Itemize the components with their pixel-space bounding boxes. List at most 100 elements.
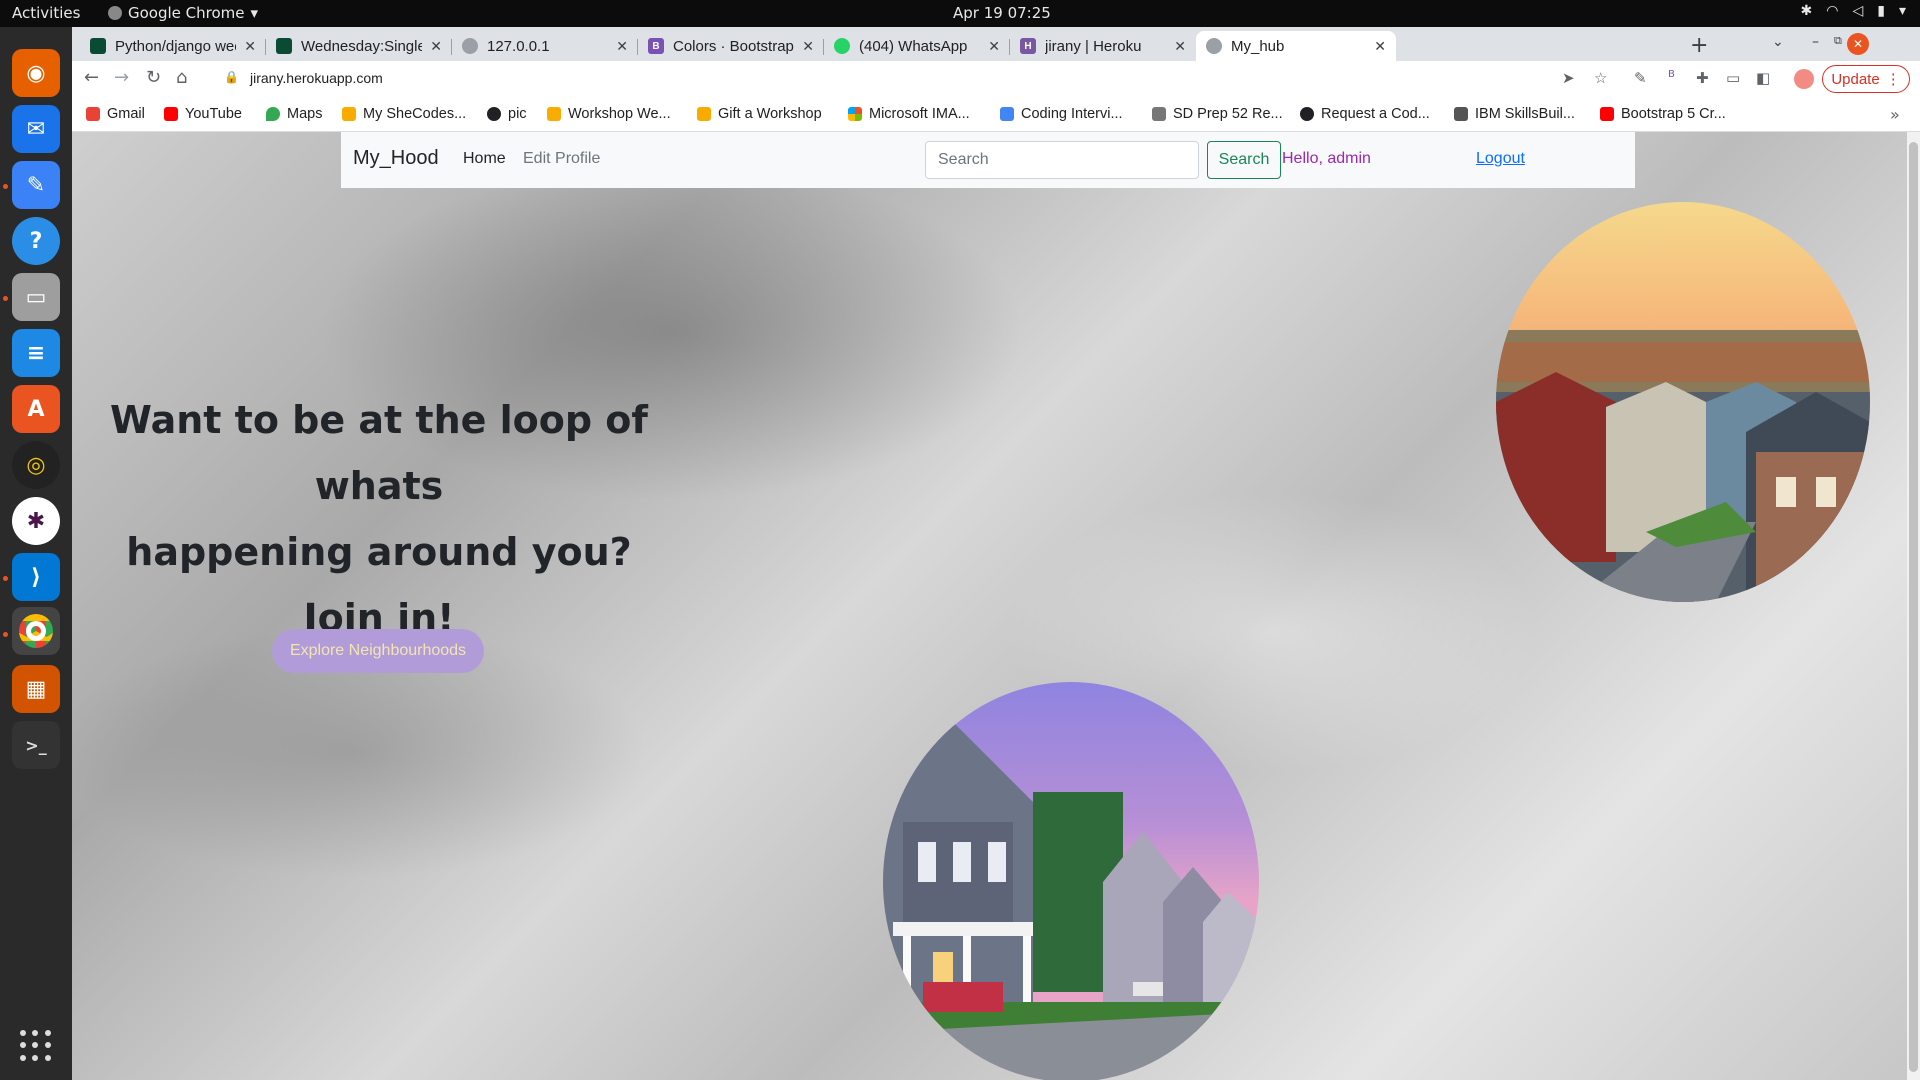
window-close-icon[interactable]: ✕: [1847, 33, 1869, 55]
bookmark-coding-interview[interactable]: Coding Intervi...: [1000, 106, 1123, 122]
search-input[interactable]: [925, 141, 1199, 179]
bookmark-maps[interactable]: Maps: [266, 106, 322, 122]
bookmark-ibm-skillsbuild[interactable]: IBM SkillsBuil...: [1454, 106, 1575, 122]
tab-bootstrap-colors[interactable]: B Colors · Bootstrap ✕: [638, 31, 824, 61]
nav-home-link[interactable]: Home: [463, 150, 506, 168]
app-menu[interactable]: Google Chrome ▾: [108, 4, 258, 22]
youtube-icon: [1600, 107, 1614, 121]
extensions-puzzle-icon[interactable]: ✚: [1696, 69, 1709, 87]
terminal-icon[interactable]: >_: [12, 721, 60, 769]
bookmark-bootstrap5[interactable]: Bootstrap 5 Cr...: [1600, 106, 1726, 122]
more-vert-icon: ⋮: [1885, 71, 1901, 88]
forward-icon[interactable]: →: [114, 67, 129, 88]
bookmark-star-icon[interactable]: ☆: [1594, 69, 1607, 87]
vscode-icon[interactable]: ⟩: [12, 553, 60, 601]
tab-localhost[interactable]: 127.0.0.1 ✕: [452, 31, 638, 61]
lock-icon[interactable]: 🔒: [224, 70, 239, 84]
bookmark-workshop-we[interactable]: Workshop We...: [547, 106, 671, 122]
writer-icon[interactable]: ≡: [12, 329, 60, 377]
close-icon[interactable]: ✕: [430, 38, 442, 55]
django-favicon-icon: [276, 38, 292, 54]
browser-toolbar: ← → ↻ ⌂ 🔒 jirany.herokuapp.com ➤ ☆ ✎ B ✚…: [72, 61, 1920, 97]
activities-button[interactable]: Activities: [12, 4, 80, 22]
bookmark-gift-workshop[interactable]: Gift a Workshop: [697, 106, 822, 122]
site-brand[interactable]: My_Hood: [353, 147, 439, 170]
bootstrap-extension-icon[interactable]: B: [1668, 69, 1675, 80]
bookmark-microsoft-ima[interactable]: Microsoft IMA...: [848, 106, 970, 122]
neighbourhood-photo-townhouses: [1496, 202, 1870, 602]
rhythmbox-icon[interactable]: ◎: [12, 441, 60, 489]
tab-strip: Python/django week 4 I ✕ Wednesday:Singl…: [72, 27, 1920, 61]
tab-title: jirany | Heroku: [1045, 37, 1142, 55]
tab-title: (404) WhatsApp: [859, 37, 968, 55]
tab-whatsapp[interactable]: (404) WhatsApp ✕: [824, 31, 1010, 61]
close-icon[interactable]: ✕: [1174, 38, 1186, 55]
tab-heroku[interactable]: H jirany | Heroku ✕: [1010, 31, 1196, 61]
bookmarks-overflow-icon[interactable]: »: [1890, 105, 1900, 124]
chrome-dock-icon[interactable]: [12, 607, 60, 655]
close-icon[interactable]: ✕: [802, 38, 814, 55]
home-icon[interactable]: ⌂: [176, 67, 187, 88]
side-panel-icon[interactable]: ◧: [1756, 69, 1770, 87]
bookmark-request-code[interactable]: Request a Cod...: [1300, 106, 1430, 122]
tab-search-icon[interactable]: ⌄: [1772, 34, 1784, 50]
hero-heading: Want to be at the loop of whats happenin…: [84, 387, 674, 651]
clock[interactable]: Apr 19 07:25: [953, 4, 1051, 22]
back-icon[interactable]: ←: [84, 67, 99, 88]
bookmark-sd-prep[interactable]: SD Prep 52 Re...: [1152, 106, 1283, 122]
slack-icon[interactable]: ✱: [12, 497, 60, 545]
firefox-icon[interactable]: ◉: [12, 49, 60, 97]
nav-edit-profile-link[interactable]: Edit Profile: [523, 150, 600, 168]
software-center-icon[interactable]: A: [12, 385, 60, 433]
reload-icon[interactable]: ↻: [146, 67, 161, 88]
close-icon[interactable]: ✕: [244, 38, 256, 55]
close-icon[interactable]: ✕: [988, 38, 1000, 55]
tab-django-week4[interactable]: Python/django week 4 I ✕: [80, 31, 266, 61]
bookmark-shecodes[interactable]: My SheCodes...: [342, 106, 466, 122]
globe-icon: [462, 38, 478, 54]
minimize-icon[interactable]: –: [1812, 34, 1819, 50]
tab-single-article[interactable]: Wednesday:Single Artic ✕: [266, 31, 452, 61]
help-icon[interactable]: ?: [12, 217, 60, 265]
bookmark-pic[interactable]: pic: [487, 106, 527, 122]
page-viewport: My_Hood Home Edit Profile Search Hello, …: [72, 132, 1907, 1080]
bootstrap-icon: B: [648, 38, 664, 54]
system-top-bar: Activities Google Chrome ▾ Apr 19 07:25 …: [0, 0, 1920, 27]
globe-icon: [1206, 38, 1222, 54]
show-apps-icon[interactable]: [20, 1030, 52, 1062]
system-tray[interactable]: ✱ ◠ ◁ ▮ ▾: [1801, 3, 1906, 19]
cast-icon[interactable]: ▭: [1726, 69, 1740, 87]
files-icon[interactable]: ▭: [12, 273, 60, 321]
send-icon[interactable]: ➤: [1562, 69, 1575, 87]
browser-chrome: Python/django week 4 I ✕ Wednesday:Singl…: [72, 27, 1920, 132]
text-editor-icon[interactable]: ✎: [12, 161, 60, 209]
profile-avatar[interactable]: [1794, 69, 1814, 89]
chrome-icon: [108, 6, 122, 20]
volume-icon: ◁: [1852, 3, 1864, 19]
app-menu-label: Google Chrome: [128, 4, 245, 22]
bookmark-youtube[interactable]: YouTube: [164, 106, 242, 122]
close-icon[interactable]: ✕: [616, 38, 628, 55]
thunderbird-icon[interactable]: ✉: [12, 105, 60, 153]
extension-edit-icon[interactable]: ✎: [1634, 69, 1647, 87]
update-label: Update: [1831, 70, 1880, 88]
explore-neighbourhoods-button[interactable]: Explore Neighbourhoods: [272, 629, 484, 673]
update-button[interactable]: Update ⋮: [1822, 65, 1910, 93]
page-scrollbar[interactable]: [1907, 132, 1920, 1080]
close-icon[interactable]: ✕: [1374, 38, 1386, 55]
django-favicon-icon: [90, 38, 106, 54]
restore-icon[interactable]: ⧉: [1834, 34, 1842, 48]
impress-icon[interactable]: ▦: [12, 665, 60, 713]
logout-link[interactable]: Logout: [1476, 150, 1525, 168]
address-bar[interactable]: 🔒 jirany.herokuapp.com: [212, 64, 1712, 94]
tab-my-hub[interactable]: My_hub ✕: [1196, 31, 1396, 61]
microsoft-icon: [848, 107, 862, 121]
url-text[interactable]: jirany.herokuapp.com: [250, 70, 383, 86]
ibm-icon: [1454, 107, 1468, 121]
scrollbar-thumb[interactable]: [1909, 142, 1918, 1072]
site-navbar: My_Hood Home Edit Profile Search Hello, …: [341, 132, 1635, 188]
bookmark-gmail[interactable]: Gmail: [86, 106, 145, 122]
new-tab-button[interactable]: +: [1690, 33, 1708, 58]
search-button[interactable]: Search: [1207, 141, 1281, 179]
shecodes-icon: [342, 107, 356, 121]
